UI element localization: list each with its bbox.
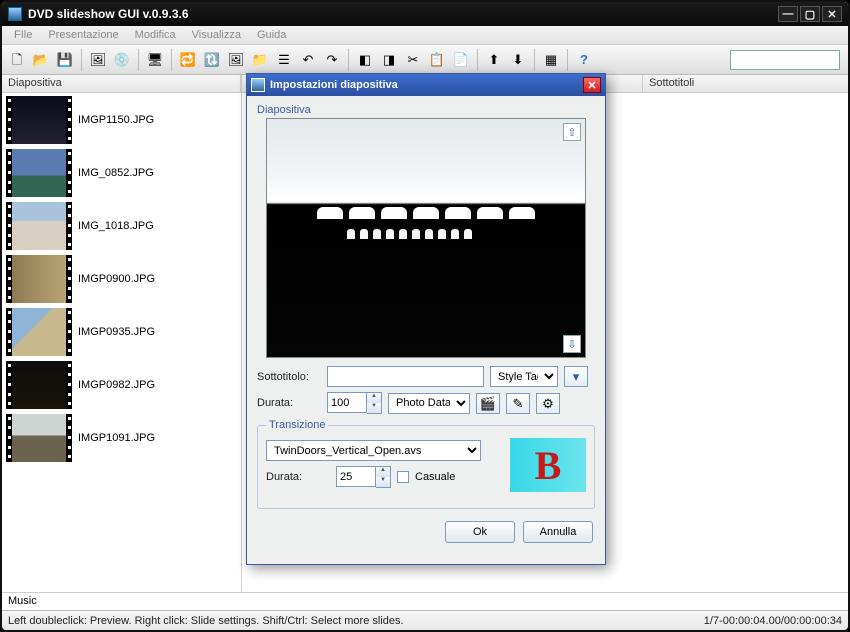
duration-input[interactable] (327, 392, 367, 413)
list-item[interactable]: IMGP0900.JPG (2, 252, 241, 305)
add-disc-icon[interactable]: 💿 (111, 49, 133, 71)
random-checkbox[interactable] (397, 471, 409, 483)
undo-icon[interactable]: ↶ (297, 49, 319, 71)
status-right: 1/7-00:00:04.00/00:00:00:34 (704, 615, 842, 627)
tool-b-icon[interactable]: 🔃 (201, 49, 223, 71)
next-slide-button[interactable]: ⇩ (563, 335, 581, 353)
duration-label: Durata: (257, 397, 321, 409)
subtitle-input[interactable] (327, 366, 484, 387)
slide-name: IMGP0935.JPG (78, 326, 155, 338)
list-item[interactable]: IMGP0935.JPG (2, 305, 241, 358)
tool-a-icon[interactable]: 🔁 (177, 49, 199, 71)
edit-icon[interactable]: ✎ (506, 393, 530, 414)
slide-name: IMGP1091.JPG (78, 432, 155, 444)
duration-up[interactable]: ▲ (367, 393, 381, 403)
list-item[interactable]: IMG_0852.JPG (2, 146, 241, 199)
trans-duration-input[interactable] (336, 466, 376, 487)
toolbar-search-input[interactable] (730, 50, 840, 70)
group-transition-label: Transizione (266, 419, 328, 431)
duration-down[interactable]: ▼ (367, 403, 381, 413)
list-item[interactable]: IMGP0982.JPG (2, 358, 241, 411)
photodata-select[interactable]: Photo Data (388, 393, 470, 414)
slide-list[interactable]: IMGP1150.JPG IMG_0852.JPG IMG_1018.JPG I… (2, 93, 241, 592)
new-icon[interactable]: 🗋 (6, 49, 28, 71)
music-row[interactable]: Music (2, 592, 848, 610)
status-bar: Left doubleclick: Preview. Right click: … (2, 610, 848, 630)
window-title: DVD slideshow GUI v.0.9.3.6 (28, 7, 189, 21)
random-label: Casuale (415, 471, 455, 483)
trans-dur-up[interactable]: ▲ (376, 467, 390, 477)
slide-name: IMGP0982.JPG (78, 379, 155, 391)
ok-button[interactable]: Ok (445, 521, 515, 543)
menu-guida[interactable]: Guida (249, 27, 294, 43)
settings-icon[interactable]: ⚙ (536, 393, 560, 414)
paste-icon[interactable]: 📄 (450, 49, 472, 71)
tool-f-icon[interactable]: ◧ (354, 49, 376, 71)
transition-preview: B (510, 438, 586, 492)
group-slide-label: Diapositiva (257, 104, 595, 116)
close-button[interactable]: ✕ (822, 6, 842, 22)
copy-icon[interactable]: 📋 (426, 49, 448, 71)
help-icon[interactable]: ? (573, 49, 595, 71)
tool-g-icon[interactable]: ◨ (378, 49, 400, 71)
cut-icon[interactable]: ✂ (402, 49, 424, 71)
menu-presentazione[interactable]: Presentazione (40, 27, 126, 43)
slide-name: IMGP0900.JPG (78, 273, 155, 285)
clapper-icon[interactable]: 🎬 (476, 393, 500, 414)
list-item[interactable]: IMGP1091.JPG (2, 411, 241, 464)
menu-file[interactable]: FIle (6, 27, 40, 43)
cancel-button[interactable]: Annulla (523, 521, 593, 543)
minimize-button[interactable]: — (778, 6, 798, 22)
transition-select[interactable]: TwinDoors_Vertical_Open.avs (266, 440, 481, 461)
dialog-icon (251, 78, 265, 92)
open-icon[interactable]: 📂 (30, 49, 52, 71)
list-item[interactable]: IMG_1018.JPG (2, 199, 241, 252)
grid-icon[interactable]: ▦ (540, 49, 562, 71)
maximize-button[interactable]: ▢ (800, 6, 820, 22)
add-image-icon[interactable]: 🖼 (87, 49, 109, 71)
prev-slide-button[interactable]: ⇧ (563, 123, 581, 141)
tool-d-icon[interactable]: 📁 (249, 49, 271, 71)
slide-name: IMGP1150.JPG (78, 114, 154, 126)
slide-name: IMG_1018.JPG (78, 220, 154, 232)
status-left: Left doubleclick: Preview. Right click: … (8, 615, 404, 627)
app-icon (8, 7, 22, 21)
slide-settings-dialog: Impostazioni diapositiva ✕ Diapositiva ⇧… (246, 73, 606, 565)
present-icon[interactable]: 🖥 (144, 49, 166, 71)
tool-e-icon[interactable]: ☰ (273, 49, 295, 71)
subtitle-label: Sottotitolo: (257, 371, 321, 383)
redo-icon[interactable]: ↷ (321, 49, 343, 71)
toolbar: 🗋 📂 💾 🖼 💿 🖥 🔁 🔃 🖼 📁 ☰ ↶ ↷ ◧ ◨ ✂ 📋 📄 ⬆ ⬇ … (2, 45, 848, 75)
title-bar[interactable]: DVD slideshow GUI v.0.9.3.6 — ▢ ✕ (2, 2, 848, 26)
move-up-icon[interactable]: ⬆ (483, 49, 505, 71)
save-icon[interactable]: 💾 (54, 49, 76, 71)
dialog-title: Impostazioni diapositiva (270, 79, 398, 91)
menu-modifica[interactable]: Modifica (127, 27, 184, 43)
col-slide-header[interactable]: Diapositiva (2, 75, 241, 93)
trans-dur-down[interactable]: ▼ (376, 477, 390, 487)
move-down-icon[interactable]: ⬇ (507, 49, 529, 71)
tool-c-icon[interactable]: 🖼 (225, 49, 247, 71)
styletags-select[interactable]: Style Tags (490, 366, 558, 387)
styletags-dropdown-button[interactable]: ▾ (564, 366, 588, 387)
slide-name: IMG_0852.JPG (78, 167, 154, 179)
list-item[interactable]: IMGP1150.JPG (2, 93, 241, 146)
dialog-titlebar[interactable]: Impostazioni diapositiva ✕ (247, 74, 605, 96)
slide-preview: ⇧ ⇩ (266, 118, 586, 358)
trans-duration-label: Durata: (266, 471, 330, 483)
col-subtitle-header[interactable]: Sottotitoli (643, 75, 848, 93)
menu-visualizza[interactable]: Visualizza (184, 27, 249, 43)
dialog-close-button[interactable]: ✕ (583, 77, 601, 93)
transition-group: Transizione TwinDoors_Vertical_Open.avs … (257, 419, 595, 509)
menu-bar: FIle Presentazione Modifica Visualizza G… (2, 26, 848, 45)
